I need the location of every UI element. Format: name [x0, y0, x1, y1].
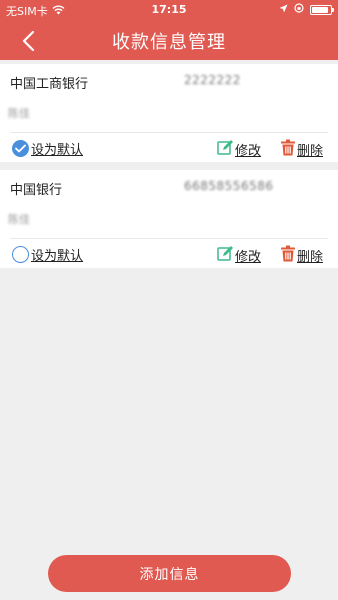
edit-label[interactable]: 修改: [235, 140, 261, 159]
trash-icon: [280, 139, 296, 160]
action-row: 设为默认 修改 删除: [0, 240, 338, 268]
card-number: 66858556586: [184, 179, 274, 193]
account-card: 中国银行 66858556586 陈佳 设为默认 修改 删除: [0, 170, 338, 268]
delete-button[interactable]: 删除: [280, 139, 323, 160]
edit-button[interactable]: 修改: [217, 245, 261, 266]
set-default-toggle[interactable]: 设为默认: [12, 245, 83, 264]
account-holder: 陈佳: [8, 213, 30, 226]
status-bar: 无SIM卡 17:15: [0, 0, 338, 20]
rotation-lock-icon: [294, 3, 304, 16]
trash-icon: [280, 245, 296, 266]
add-info-button[interactable]: 添加信息: [48, 555, 291, 592]
edit-button[interactable]: 修改: [217, 139, 261, 160]
divider: [10, 132, 328, 133]
location-arrow-icon: [279, 3, 288, 16]
bank-name: 中国银行: [10, 183, 63, 198]
account-holder: 陈佳: [8, 107, 30, 120]
status-right: [279, 3, 334, 16]
delete-label[interactable]: 删除: [297, 246, 323, 265]
action-row: 设为默认 修改 删除: [0, 134, 338, 162]
edit-icon: [217, 245, 234, 266]
checked-circle-icon: [12, 140, 29, 157]
battery-icon: [310, 4, 334, 15]
header-bar: 无SIM卡 17:15 收款信息管理: [0, 0, 338, 60]
divider: [10, 238, 328, 239]
set-default-toggle[interactable]: 设为默认: [12, 139, 83, 158]
bank-name: 中国工商银行: [10, 77, 89, 92]
set-default-label[interactable]: 设为默认: [31, 139, 83, 158]
edit-label[interactable]: 修改: [235, 246, 261, 265]
set-default-label[interactable]: 设为默认: [31, 245, 83, 264]
account-card: 中国工商银行 2222222 陈佳 设为默认 修改 删除: [0, 64, 338, 162]
card-number: 2222222: [184, 73, 241, 87]
edit-icon: [217, 139, 234, 160]
unchecked-circle-icon: [12, 246, 29, 263]
page-title: 收款信息管理: [112, 32, 226, 53]
delete-label[interactable]: 删除: [297, 140, 323, 159]
delete-button[interactable]: 删除: [280, 245, 323, 266]
